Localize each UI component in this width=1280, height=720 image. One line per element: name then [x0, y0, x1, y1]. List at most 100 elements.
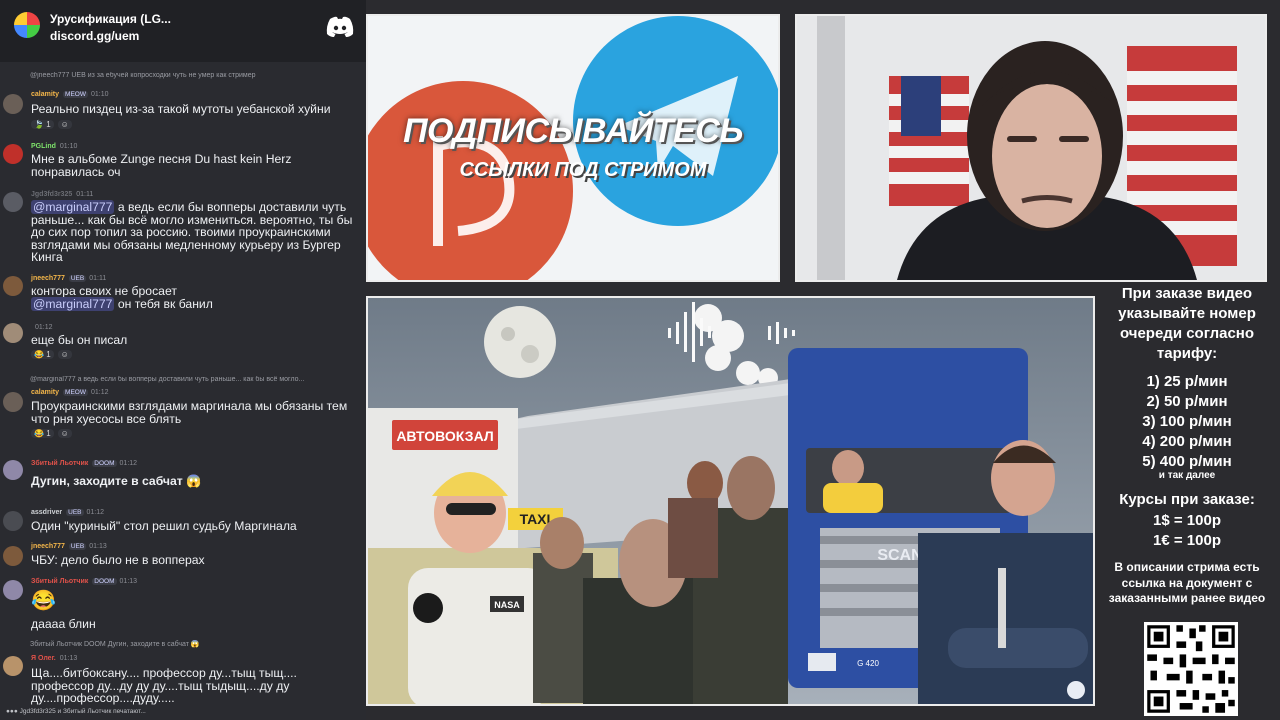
- author-name[interactable]: assdriver: [31, 509, 62, 516]
- user-mention[interactable]: @marginal777: [31, 297, 115, 311]
- tariff-item: 2) 50 р/мин: [1146, 393, 1228, 410]
- message-meta: assdriver UEB 01:12: [31, 509, 104, 516]
- timestamp: 01:10: [59, 143, 78, 150]
- qr-code-icon[interactable]: [1144, 622, 1238, 716]
- large-emoji: 😂: [31, 590, 56, 612]
- moon-icon: [484, 306, 556, 378]
- avatar[interactable]: [3, 94, 23, 114]
- author-name[interactable]: jneech777: [31, 275, 65, 282]
- role-badge: DOOM: [92, 578, 117, 585]
- reaction-pill[interactable]: 😂 1: [31, 350, 54, 359]
- message-text: еще бы он писал: [31, 333, 128, 347]
- promo-panel: ПОДПИСЫВАЙТЕСЬ ССЫЛКИ ПОД СТРИМОМ: [366, 14, 780, 282]
- reaction-emoji-icon: 🍃: [34, 120, 44, 129]
- info-heading: При заказе видео указывайте номер очеред…: [1118, 285, 1256, 362]
- add-reaction-icon[interactable]: ☺: [57, 350, 72, 359]
- taxi-sign: TAXI: [520, 511, 551, 527]
- chat-log: @jneech777 UEB из за ебучей копросходки …: [0, 66, 366, 706]
- message-meta: Я Олег. 01:13: [31, 655, 77, 662]
- message-meta: Jgd3fd3r325 01:11: [31, 191, 93, 198]
- rates-heading: Курсы при заказе:: [1119, 491, 1255, 508]
- reaction-count: 1: [46, 429, 51, 438]
- message-meta: jneech777 UEB 01:13: [31, 543, 107, 550]
- author-name[interactable]: calamity: [31, 389, 59, 396]
- author-name[interactable]: Jgd3fd3r325: [31, 191, 72, 198]
- stream-overlay: Урусификация (LG... discord.gg/uem @jnee…: [0, 0, 1280, 720]
- add-reaction-icon[interactable]: ☺: [57, 120, 72, 129]
- message-text: контора своих не бросает: [31, 284, 177, 298]
- avatar[interactable]: [3, 546, 23, 566]
- avatar[interactable]: [3, 192, 23, 212]
- reply-preview[interactable]: @marginal777 а ведь если бы вопперы дост…: [30, 376, 364, 383]
- tariff-item: 5) 400 р/мин: [1142, 453, 1232, 470]
- message-meta: PGLind 01:10: [31, 143, 77, 150]
- message-text: Реально пиздец из-за такой мутоты уебанс…: [31, 102, 331, 116]
- avatar[interactable]: [3, 580, 23, 600]
- server-name: Урусификация (LG...: [50, 12, 171, 26]
- message-meta: Збитый Льотчик DOOM 01:12: [31, 460, 137, 467]
- author-name[interactable]: jneech777: [31, 543, 65, 550]
- timestamp: 01:11: [76, 191, 94, 198]
- author-name[interactable]: calamity: [31, 91, 59, 98]
- tariff-item: 1) 25 р/мин: [1146, 373, 1228, 390]
- avatar[interactable]: [3, 511, 23, 531]
- message-meta: calamity MEOW 01:10: [31, 91, 109, 98]
- avatar[interactable]: [3, 460, 23, 480]
- timestamp: 01:10: [90, 91, 109, 98]
- reaction-count: 1: [46, 350, 51, 359]
- reply-preview[interactable]: Збитый Льотчик DOOM Дугин, заходите в са…: [30, 640, 364, 648]
- typing-dots-icon: ●●●: [6, 708, 20, 715]
- promo-title: ПОДПИСЫВАЙТЕСЬ: [403, 112, 743, 150]
- us-flag-left-icon: [889, 76, 969, 206]
- reactions: 😂 1 ☺: [31, 429, 76, 438]
- timestamp: 01:11: [89, 275, 107, 282]
- tariff-list: 1) 25 р/мин 2) 50 р/мин 3) 100 р/мин 4) …: [1102, 372, 1272, 472]
- promo-subtitle: ССЫЛКИ ПОД СТРИМОМ: [459, 159, 707, 181]
- webcam-feed: [797, 16, 1265, 280]
- server-avatar[interactable]: [14, 12, 40, 38]
- role-badge: UEB: [66, 509, 84, 516]
- avatar[interactable]: [3, 144, 23, 164]
- author-name[interactable]: Збитый Льотчик: [31, 460, 88, 467]
- chat-header: Урусификация (LG... discord.gg/uem: [0, 0, 366, 62]
- message-meta: 01:12: [31, 324, 53, 331]
- timestamp: 01:12: [119, 460, 138, 467]
- avatar[interactable]: [3, 276, 23, 296]
- discord-chat: Урусификация (LG... discord.gg/uem @jnee…: [0, 0, 366, 720]
- discord-logo-icon: [326, 16, 354, 37]
- video-frame: АВТОВОКЗАЛ TAXI SCANIA G 420 NASA: [368, 298, 1093, 704]
- author-name[interactable]: Збитый Льотчик: [31, 578, 88, 585]
- tariff-item: 4) 200 р/мин: [1142, 433, 1232, 450]
- webcam-panel: [795, 14, 1267, 282]
- rate-item: 1€ = 100р: [1153, 532, 1221, 549]
- add-reaction-icon[interactable]: ☺: [57, 429, 72, 438]
- message-text: Один "куриный" стол решил судьбу Маргина…: [31, 519, 297, 533]
- author-name[interactable]: Я Олег.: [31, 655, 56, 662]
- timestamp: 01:12: [86, 509, 105, 516]
- reaction-count: 1: [46, 120, 51, 129]
- server-invite[interactable]: discord.gg/uem: [50, 29, 139, 43]
- message-text: @marginal777 а ведь если бы вопперы дост…: [31, 200, 363, 264]
- avatar[interactable]: [3, 392, 23, 412]
- avatar[interactable]: [3, 323, 23, 343]
- role-badge: MEOW: [63, 389, 88, 396]
- timestamp: 01:13: [59, 655, 78, 662]
- message-meta: Збитый Льотчик DOOM 01:13: [31, 578, 137, 585]
- timestamp: 01:12: [35, 324, 53, 331]
- author-name[interactable]: PGLind: [31, 143, 56, 150]
- avatar[interactable]: [3, 656, 23, 676]
- tariff-item: 3) 100 р/мин: [1142, 413, 1232, 430]
- reaction-pill[interactable]: 🍃 1: [31, 120, 54, 129]
- tariff-etc: и так далее: [1158, 470, 1216, 481]
- message-body: он тебя вк банил: [114, 297, 213, 311]
- message-meta: jneech777 UEB 01:11: [31, 275, 106, 282]
- reactions: 🍃 1 ☺: [31, 120, 76, 129]
- reaction-pill[interactable]: 😂 1: [31, 429, 54, 438]
- timestamp: 01:12: [90, 389, 109, 396]
- order-info-panel: При заказе видео указывайте номер очеред…: [1102, 284, 1272, 720]
- message-text: ЧБУ: дело было не в вопперах: [31, 553, 205, 567]
- truck-model: G 420: [857, 659, 879, 668]
- reaction-emoji-icon: 😂: [34, 429, 44, 438]
- role-badge: UEB: [68, 543, 87, 550]
- reply-preview[interactable]: @jneech777 UEB из за ебучей копросходки …: [30, 72, 364, 79]
